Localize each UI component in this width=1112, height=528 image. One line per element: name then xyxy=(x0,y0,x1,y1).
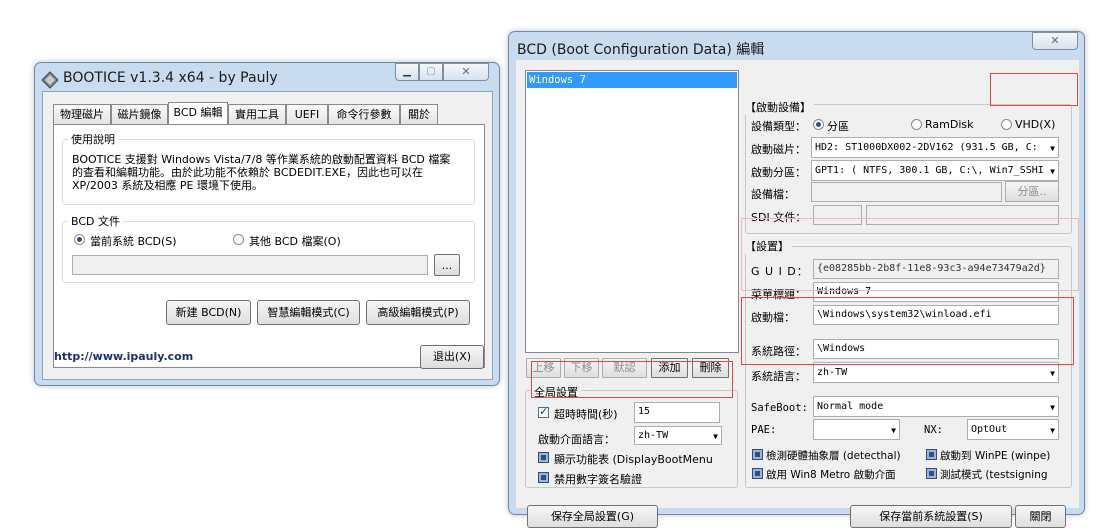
safeboot-select[interactable]: Normal mode ▼ xyxy=(813,396,1059,417)
boot-lang-chevron-icon: ▼ xyxy=(713,432,718,441)
testsigning-label-clip: 測試模式 (testsigning xyxy=(940,467,1068,482)
metro-checkbox[interactable] xyxy=(752,468,763,479)
close-button[interactable]: ✕ xyxy=(443,63,489,81)
boot-lang-label: 啟動介面語言： xyxy=(538,433,615,446)
tab-utilities[interactable]: 實用工具 xyxy=(228,104,286,124)
sys-lang-label: 系統語言： xyxy=(751,370,806,383)
highlight-settings-area xyxy=(741,218,1079,291)
nx-chevron-icon: ▼ xyxy=(1050,426,1055,435)
save-current-button[interactable]: 保存當前系統設置(S) xyxy=(850,505,1012,528)
nx-value: OptOut xyxy=(971,424,1008,435)
safeboot-value: Normal mode xyxy=(817,401,884,412)
boot-partition-value: GPT1: ( NTFS, 300.1 GB, C:\, Win7_SSHI xyxy=(815,165,1044,176)
pae-label: PAE: xyxy=(751,424,777,436)
safeboot-chevron-icon: ▼ xyxy=(1050,403,1055,412)
tab-command-line[interactable]: 命令行參數 xyxy=(328,104,400,124)
boot-lang-value: zh-TW xyxy=(638,430,669,441)
boot-partition-select[interactable]: GPT1: ( NTFS, 300.1 GB, C:\, Win7_SSHI ▼ xyxy=(811,160,1059,181)
timeout-input[interactable]: 15 xyxy=(634,402,720,423)
tab-disk-image[interactable]: 磁片鏡像 xyxy=(111,104,168,124)
pae-chevron-icon: ▼ xyxy=(891,426,896,435)
highlight-system-path xyxy=(741,297,1074,365)
device-type-ramdisk-radio[interactable] xyxy=(911,119,922,130)
minimize-button[interactable]: ▁ xyxy=(395,63,419,81)
maximize-button[interactable]: ▢ xyxy=(419,63,443,81)
new-bcd-button[interactable]: 新建 BCD(N) xyxy=(166,300,251,325)
partition-browse-button[interactable]: 分區.. xyxy=(1005,181,1059,202)
boot-entry-list[interactable]: Windows 7 xyxy=(525,70,739,353)
boot-lang-select[interactable]: zh-TW ▼ xyxy=(634,426,722,445)
testsigning-label[interactable]: 測試模式 (testsigning xyxy=(940,469,1048,481)
save-global-button[interactable]: 保存全局設置(G) xyxy=(527,505,658,528)
bcd-titlebar[interactable]: BCD (Boot Configuration Data) 編輯 ✕ xyxy=(509,32,1084,62)
nx-select[interactable]: OptOut ▼ xyxy=(967,419,1059,440)
sys-lang-value: zh-TW xyxy=(817,367,848,378)
sys-lang-chevron-icon: ▼ xyxy=(1050,369,1055,378)
bootice-title: BOOTICE v1.3.4 x64 - by Pauly xyxy=(63,70,278,86)
winpe-label[interactable]: 啟動到 WinPE (winpe) xyxy=(940,450,1050,462)
no-integrity-checkbox[interactable] xyxy=(538,472,549,483)
boot-disk-chevron-icon: ▼ xyxy=(1050,144,1055,153)
no-integrity-label[interactable]: 禁用數字簽名驗證 xyxy=(554,471,642,487)
tab-physical-disk[interactable]: 物理磁片 xyxy=(53,104,111,124)
device-file-input[interactable] xyxy=(811,182,1002,202)
device-type-vhd-label[interactable]: VHD(X) xyxy=(1015,118,1055,131)
device-type-label: 設備類型： xyxy=(751,120,806,133)
usage-group-label: 使用說明 xyxy=(68,131,118,147)
tab-about[interactable]: 關於 xyxy=(400,104,438,124)
device-type-partition-radio[interactable] xyxy=(813,119,824,130)
testsigning-checkbox[interactable] xyxy=(926,468,937,479)
metro-label[interactable]: 啟用 Win8 Metro 啟動介面 xyxy=(766,467,896,482)
bootice-titlebar[interactable]: BOOTICE v1.3.4 x64 - by Pauly ▁ ▢ ✕ xyxy=(35,63,499,93)
timeout-checkbox[interactable] xyxy=(538,405,549,418)
winpe-label-clip: 啟動到 WinPE (winpe) xyxy=(940,448,1068,463)
boot-device-label: 【啟動設備】 xyxy=(745,99,814,115)
bootice-tab-strip: 物理磁片 磁片鏡像 BCD 編輯 實用工具 UEFI 命令行參數 關於 xyxy=(53,102,483,126)
boot-entry-item[interactable]: Windows 7 xyxy=(527,72,737,88)
radio-other-bcd-label[interactable]: 其他 BCD 檔案(O) xyxy=(249,233,341,249)
device-type-partition-label[interactable]: 分區 xyxy=(827,118,849,134)
bcd-title: BCD (Boot Configuration Data) 編輯 xyxy=(517,42,765,58)
smart-edit-button[interactable]: 智慧編輯模式(C) xyxy=(257,300,360,325)
show-menu-checkbox[interactable] xyxy=(538,452,549,463)
website-link[interactable]: http://www.ipauly.com xyxy=(54,350,193,363)
exit-button[interactable]: 退出(X) xyxy=(420,345,484,369)
bootice-tab-panel: 使用說明 BOOTICE 支援對 Windows Vista/7/8 等作業系統… xyxy=(53,124,485,368)
nx-label: NX: xyxy=(924,424,943,436)
bcd-close-button[interactable]: ✕ xyxy=(1032,32,1078,50)
bootice-client: 物理磁片 磁片鏡像 BCD 編輯 實用工具 UEFI 命令行參數 關於 使用說明… xyxy=(42,91,493,380)
tab-uefi[interactable]: UEFI xyxy=(286,104,328,124)
radio-current-bcd-label[interactable]: 當前系統 BCD(S) xyxy=(90,233,177,249)
pae-select[interactable]: ▼ xyxy=(813,419,900,440)
safeboot-label: SafeBoot: xyxy=(751,402,808,414)
sys-lang-select[interactable]: zh-TW ▼ xyxy=(813,362,1059,383)
bcd-file-group-label: BCD 文件 xyxy=(68,213,124,229)
boot-disk-select[interactable]: HD2: ST1000DX002-2DV162 (931.5 GB, C: ▼ xyxy=(811,137,1059,158)
device-type-ramdisk-label[interactable]: RamDisk xyxy=(925,118,974,131)
highlight-vhd-option xyxy=(990,73,1078,106)
tab-bcd-edit[interactable]: BCD 編輯 xyxy=(168,102,228,124)
radio-current-bcd[interactable] xyxy=(74,234,85,245)
close-dialog-button[interactable]: 關閉 xyxy=(1015,505,1066,528)
device-file-label: 設備檔： xyxy=(751,188,795,201)
boot-partition-label: 啟動分區： xyxy=(751,166,806,179)
device-type-vhd-radio[interactable] xyxy=(1001,119,1012,130)
browse-button[interactable]: ... xyxy=(434,254,460,276)
boot-disk-label: 啟動磁片： xyxy=(751,143,806,156)
boot-disk-value: HD2: ST1000DX002-2DV162 (931.5 GB, C: xyxy=(815,142,1038,153)
highlight-timeout xyxy=(531,361,733,398)
bootice-window: BOOTICE v1.3.4 x64 - by Pauly ▁ ▢ ✕ 物理磁片… xyxy=(34,62,500,386)
detecthal-checkbox[interactable] xyxy=(752,449,763,460)
timeout-label[interactable]: 超時時間(秒) xyxy=(554,406,618,422)
radio-other-bcd[interactable] xyxy=(233,234,244,245)
bootice-app-icon xyxy=(41,71,59,89)
advanced-edit-button[interactable]: 高級編輯模式(P) xyxy=(366,300,470,325)
boot-partition-chevron-icon: ▼ xyxy=(1050,167,1055,176)
usage-line-3: XP/2003 系統及相應 PE 環境下使用。 xyxy=(72,179,263,192)
show-menu-label[interactable]: 顯示功能表 (DisplayBootMenu xyxy=(554,451,713,467)
bcd-file-path-input[interactable] xyxy=(72,255,428,275)
detecthal-label[interactable]: 檢測硬體抽象層 (detecthal) xyxy=(766,448,901,463)
winpe-checkbox[interactable] xyxy=(926,449,937,460)
